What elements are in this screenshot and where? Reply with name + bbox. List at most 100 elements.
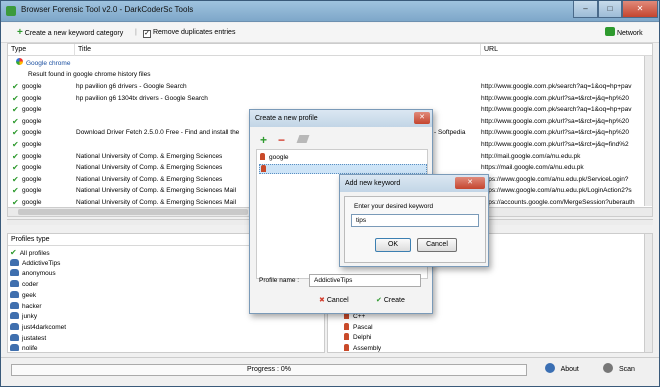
check-icon: ✔: [12, 140, 19, 149]
create-keyword-category-label: Create a new keyword category: [24, 30, 124, 37]
user-group-icon: [10, 344, 19, 352]
add-keyword-dialog: Add new keyword ✕ Enter your desired key…: [339, 174, 489, 267]
row-title: National University of Comp. & Emerging …: [76, 175, 223, 183]
tag-icon: [261, 165, 266, 172]
keyword-dialog-body: Enter your desired keyword tips OK Cance…: [344, 196, 486, 263]
row-url: http://www.google.com.pk/url?sa=t&rct=j&…: [481, 141, 629, 148]
user-group-icon: [10, 280, 19, 288]
row-url: https://mail.google.com/a/nu.edu.pk: [481, 164, 584, 172]
keyword-dialog-close-button[interactable]: ✕: [455, 177, 485, 189]
about-label: About: [560, 366, 579, 373]
profile-name-input[interactable]: AddictiveTips: [309, 274, 421, 287]
dialog-title: Create a new profile: [250, 110, 432, 127]
scan-button[interactable]: Scan: [603, 363, 635, 377]
network-label: Network: [616, 30, 643, 37]
user-group-icon: [10, 333, 19, 341]
remove-duplicates-checkbox[interactable]: ✓ Remove duplicates entries: [143, 27, 235, 39]
column-header-type[interactable]: Type: [8, 44, 74, 56]
row-url: https://www.google.com/a/nu.edu.pk/Servi…: [481, 175, 629, 183]
row-type: google: [22, 129, 42, 137]
add-icon[interactable]: +: [260, 133, 267, 147]
row-url: https://www.google.com/a/nu.edu.pk/Login…: [481, 187, 632, 195]
check-icon: ✔: [10, 248, 17, 257]
checkmark-icon: ✔: [376, 297, 382, 304]
remove-duplicates-label: Remove duplicates entries: [152, 29, 236, 36]
row-type: google: [22, 106, 42, 114]
check-icon: ✔: [12, 82, 19, 91]
row-type: google: [22, 94, 42, 102]
row-title: National University of Comp. & Emerging …: [76, 152, 223, 160]
dialog-close-button[interactable]: ✕: [414, 112, 430, 124]
maximize-button[interactable]: □: [598, 1, 622, 18]
remove-icon[interactable]: −: [278, 133, 285, 147]
chrome-icon: [16, 58, 23, 65]
row-url: http://www.google.com.pk/url?sa=t&rct=j&…: [481, 117, 629, 125]
cancel-x-icon: ✖: [319, 297, 325, 304]
row-type: google: [22, 117, 42, 125]
column-header-title[interactable]: Title: [74, 44, 480, 56]
close-button[interactable]: ✕: [622, 1, 658, 18]
scan-icon: [603, 363, 613, 373]
result-label: Result found in google chrome history fi…: [28, 71, 151, 78]
check-icon: ✔: [12, 105, 19, 115]
user-group-icon: [10, 269, 19, 277]
check-icon: ✔: [12, 151, 19, 161]
row-type: google: [22, 175, 42, 183]
table-row[interactable]: ✔ google hp pavilion g6 1304tx drivers - G…: [8, 93, 648, 105]
check-icon: ✔: [12, 174, 19, 184]
group-row[interactable]: Google chrome: [8, 58, 648, 70]
app-icon: [6, 6, 16, 16]
share-icon: [605, 27, 615, 36]
column-header-url[interactable]: URL: [480, 44, 652, 56]
scan-label: Scan: [618, 366, 635, 373]
row-url: http://www.google.com.pk/search?aq=1&oq=…: [481, 83, 632, 90]
profile-list-item[interactable]: google: [260, 153, 289, 161]
row-title: hp pavilion g6 1304tx drivers - Google S…: [76, 94, 208, 102]
vertical-scrollbar[interactable]: [644, 56, 652, 206]
window-title: Browser Forensic Tool v2.0 - DarkCoderSc…: [21, 5, 194, 14]
user-group-icon: [10, 322, 19, 330]
about-button[interactable]: About: [545, 363, 579, 377]
keyword-cancel-button[interactable]: Cancel: [417, 238, 457, 252]
user-group-icon: [10, 312, 19, 320]
row-title-tail: - Softpedia: [434, 129, 466, 137]
profile-name-label: Profile name :: [259, 277, 300, 284]
row-type: google: [22, 152, 42, 160]
check-icon: ✔: [12, 128, 19, 138]
result-label-row: Result found in google chrome history fi…: [8, 69, 648, 81]
title-bar[interactable]: Browser Forensic Tool v2.0 - DarkCoderSc…: [1, 1, 659, 22]
checkbox-checked-icon: ✓: [143, 30, 151, 38]
check-icon: ✔: [12, 116, 19, 126]
row-type: google: [22, 164, 42, 172]
ok-button[interactable]: OK: [375, 238, 411, 252]
row-type: google: [22, 187, 42, 195]
row-type: google: [22, 141, 42, 148]
check-icon: ✔: [12, 186, 19, 196]
user-group-icon: [10, 258, 19, 266]
row-url: http://www.google.com.pk/url?sa=t&rct=j&…: [481, 94, 629, 102]
profile-list-item-selected[interactable]: [259, 164, 427, 174]
row-title: Download Driver Fetch 2.5.0.0 Free - Fin…: [76, 129, 240, 137]
table-row[interactable]: ✔ google hp pavilion g6 drivers - Google S…: [8, 81, 648, 93]
create-keyword-category-button[interactable]: + Create a new keyword category: [17, 27, 123, 39]
check-icon: ✔: [12, 93, 19, 103]
keyword-input[interactable]: tips: [351, 214, 479, 227]
row-title: hp pavilion g6 drivers - Google Search: [76, 83, 187, 90]
user-group-icon: [10, 301, 19, 309]
help-icon: [545, 363, 555, 373]
cancel-profile-button[interactable]: ✖ Cancel: [319, 293, 349, 308]
create-profile-button[interactable]: ✔ Create: [376, 293, 405, 308]
check-icon: ✔: [12, 163, 19, 173]
row-title: National University of Comp. & Emerging …: [76, 187, 237, 195]
user-group-icon: [10, 290, 19, 298]
scrollbar-thumb[interactable]: [18, 209, 248, 215]
tag-icon: [260, 153, 265, 160]
minimize-button[interactable]: –: [573, 1, 598, 18]
network-button[interactable]: Network: [605, 27, 643, 39]
keywords-scrollbar[interactable]: [644, 234, 652, 352]
row-url: http://www.google.com.pk/url?sa=t&rct=j&…: [481, 129, 629, 137]
row-type: google: [22, 83, 42, 90]
keyword-prompt: Enter your desired keyword: [354, 203, 434, 210]
toolbar: + Create a new keyword category | ✓ Remo…: [1, 23, 659, 43]
edit-icon[interactable]: [296, 135, 310, 143]
